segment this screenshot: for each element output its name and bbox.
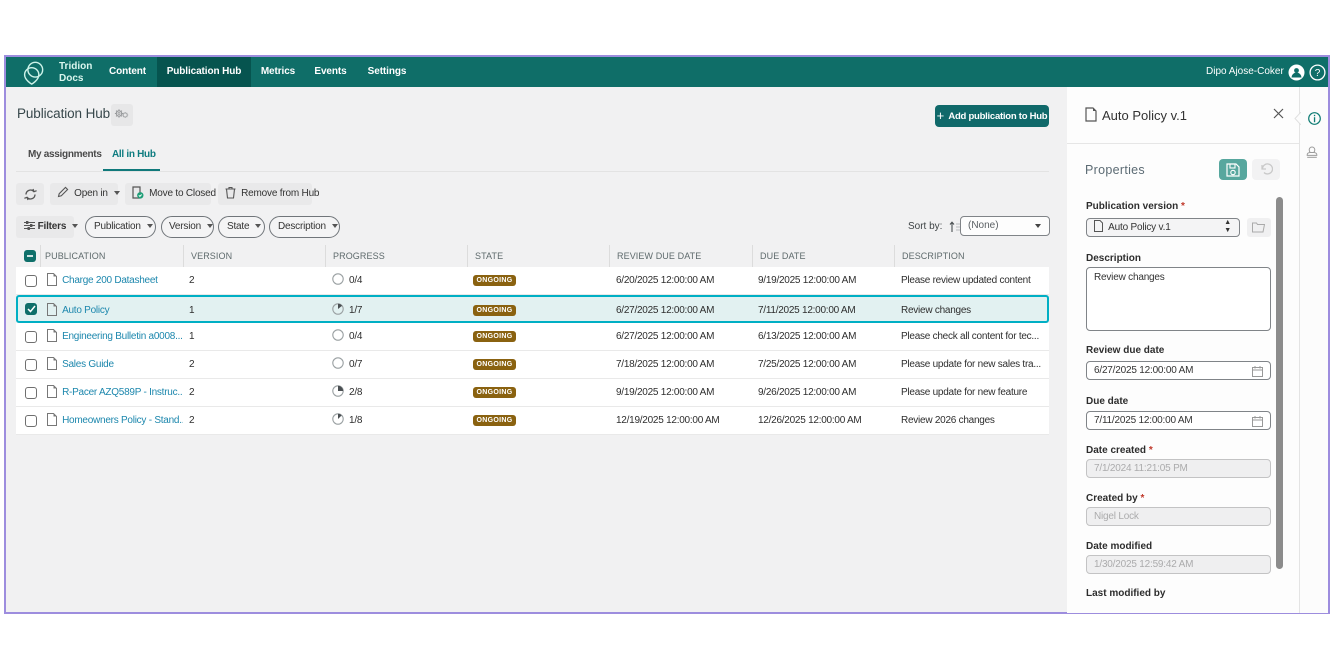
svg-text:?: ? xyxy=(1315,68,1321,79)
